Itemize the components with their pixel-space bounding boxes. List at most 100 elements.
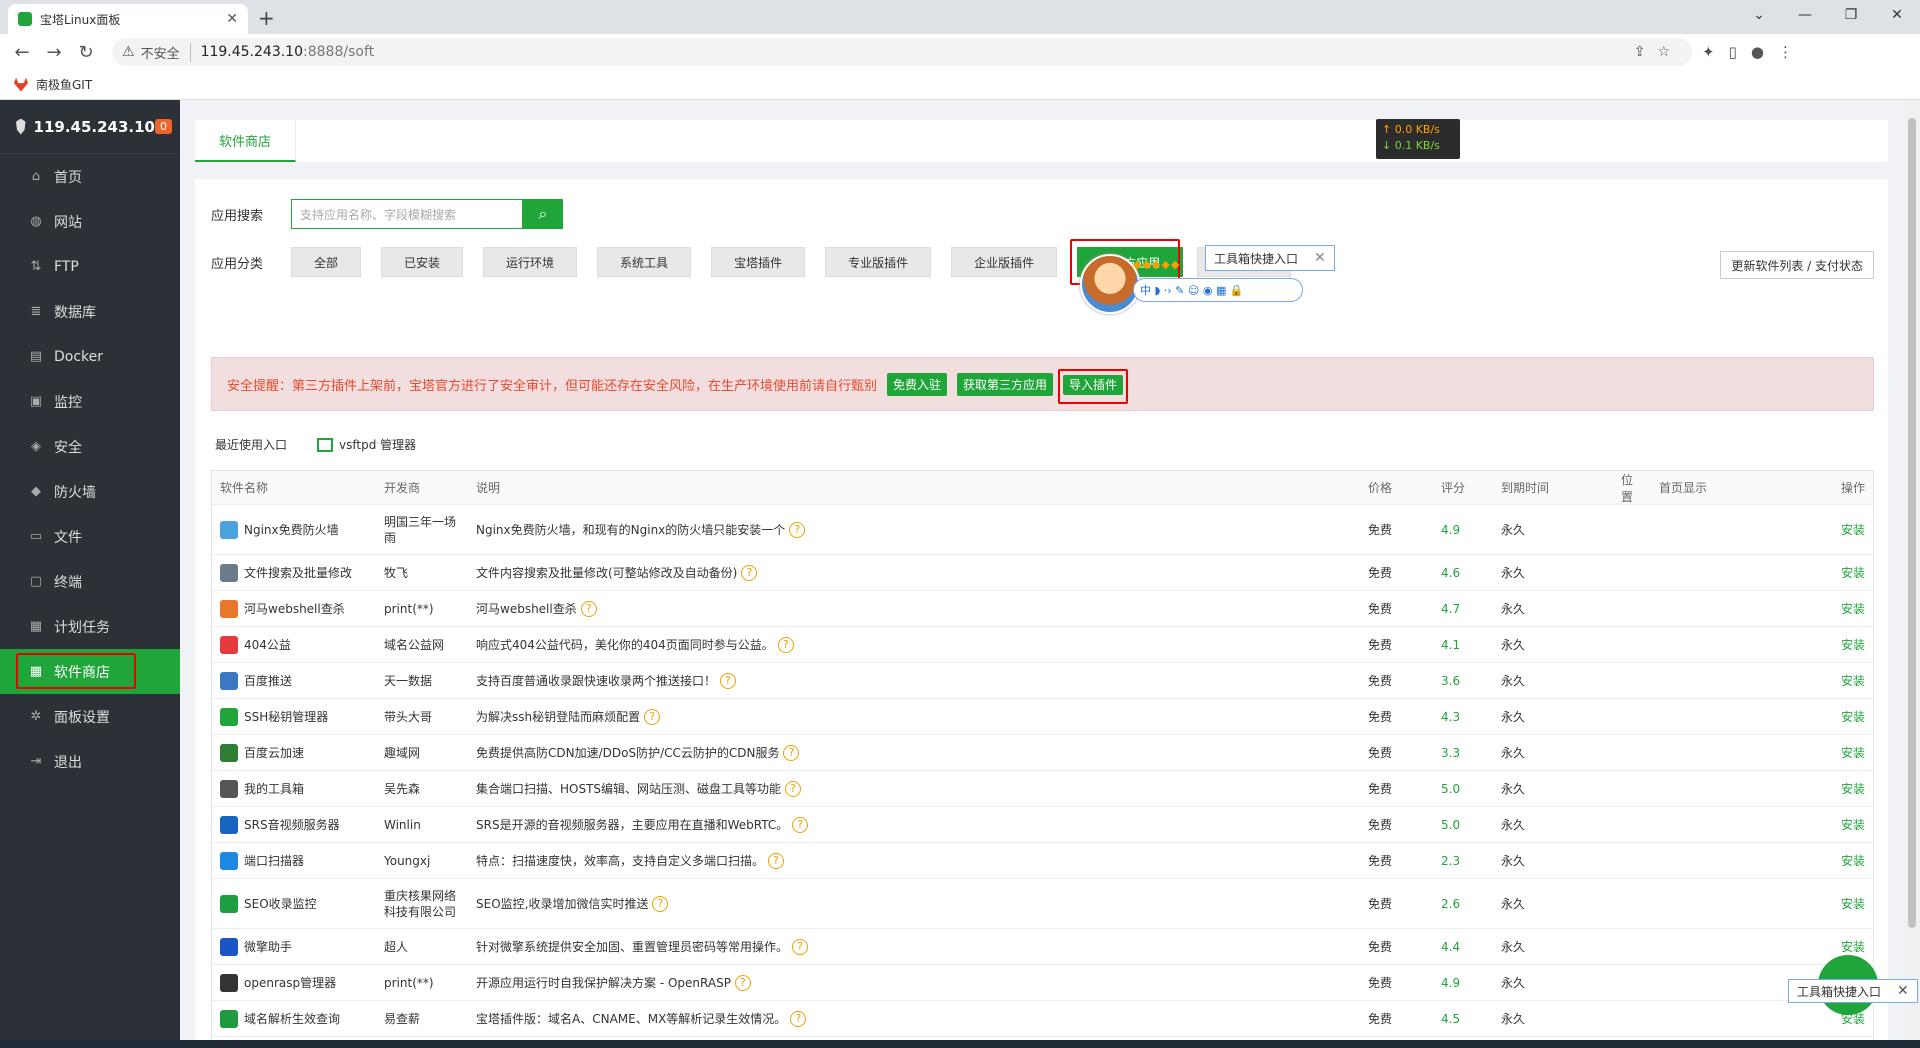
install-link[interactable]: 安装	[1811, 780, 1873, 797]
minimize-button[interactable]: —	[1782, 0, 1828, 30]
bt-favicon-icon	[18, 12, 32, 26]
help-icon[interactable]: ?	[792, 816, 809, 833]
software-name[interactable]: Nginx免费防火墙	[244, 521, 339, 538]
software-name[interactable]: SRS音视频服务器	[244, 816, 340, 833]
category-4[interactable]: 宝塔插件	[711, 247, 806, 277]
help-icon[interactable]: ?	[792, 938, 809, 955]
install-link[interactable]: 安装	[1811, 744, 1873, 761]
sidebar-item-5[interactable]: ▣ 监控	[0, 379, 180, 424]
page-scrollbar[interactable]	[1904, 100, 1920, 1048]
category-5[interactable]: 专业版插件	[825, 247, 932, 277]
back-button[interactable]: ←	[6, 42, 38, 63]
install-link[interactable]: 安装	[1811, 816, 1873, 833]
sidebar-item-2[interactable]: ⇅ FTP	[0, 244, 180, 289]
help-icon[interactable]: ?	[644, 708, 661, 725]
get-third-party-button[interactable]: 获取第三方应用	[957, 372, 1054, 396]
help-icon[interactable]: ?	[783, 744, 800, 761]
sidebar-item-1[interactable]: ◍ 网站	[0, 199, 180, 244]
software-name[interactable]: 端口扫描器	[244, 852, 304, 869]
sidebar-item-10[interactable]: ▦ 计划任务	[0, 604, 180, 649]
help-icon[interactable]: ?	[580, 600, 597, 617]
scrollbar-thumb[interactable]	[1908, 118, 1916, 928]
software-name[interactable]: SSH秘钥管理器	[244, 708, 328, 725]
help-icon[interactable]: ?	[777, 636, 794, 653]
category-3[interactable]: 系统工具	[597, 247, 692, 277]
bookmark-item[interactable]: 南极鱼GIT	[36, 76, 92, 93]
software-name[interactable]: 百度云加速	[244, 744, 304, 761]
close-window-button[interactable]: ✕	[1874, 0, 1920, 30]
sidebar-item-0[interactable]: ⌂ 首页	[0, 154, 180, 199]
category-0[interactable]: 全部	[291, 247, 362, 277]
install-link[interactable]: 安装	[1811, 895, 1873, 912]
refresh-list-button[interactable]: 更新软件列表 / 支付状态	[1720, 251, 1874, 279]
help-icon[interactable]: ?	[720, 672, 737, 689]
help-icon[interactable]: ?	[734, 974, 751, 991]
tab-search-icon[interactable]: ⌄	[1736, 0, 1782, 30]
install-link[interactable]: 安装	[1811, 636, 1873, 653]
description: 针对微擎系统提供安全加固、重置管理员密码等常用操作。	[476, 940, 789, 954]
install-link[interactable]: 安装	[1811, 708, 1873, 725]
col-home: 首页显示	[1659, 481, 1708, 495]
sidebar-item-3[interactable]: ≣ 数据库	[0, 289, 180, 334]
install-link[interactable]: 安装	[1811, 852, 1873, 869]
help-icon[interactable]: ?	[789, 521, 806, 538]
forward-button[interactable]: →	[38, 42, 70, 63]
software-name[interactable]: 微擎助手	[244, 938, 292, 955]
sidebar-item-12[interactable]: ✲ 面板设置	[0, 694, 180, 739]
help-icon[interactable]: ?	[768, 852, 785, 869]
notification-badge[interactable]: 0	[155, 119, 172, 134]
category-2[interactable]: 运行环境	[483, 247, 578, 277]
software-name[interactable]: 文件搜索及批量修改	[244, 564, 352, 581]
software-name[interactable]: SEO收录监控	[244, 895, 317, 912]
close-icon[interactable]: ✕	[1897, 983, 1909, 999]
software-name[interactable]: 404公益	[244, 636, 291, 653]
sidebar-item-9[interactable]: ▢ 终端	[0, 559, 180, 604]
extensions-icon[interactable]: ✦	[1702, 43, 1715, 61]
software-name[interactable]: 河马webshell查杀	[244, 600, 345, 617]
help-icon[interactable]: ?	[741, 564, 758, 581]
sidebar-item-11[interactable]: ▦ 软件商店	[0, 649, 180, 694]
help-icon[interactable]: ?	[790, 1010, 807, 1027]
browser-tab[interactable]: 宝塔Linux面板 ✕	[8, 4, 248, 34]
sidebar-item-8[interactable]: ▭ 文件	[0, 514, 180, 559]
sidepanel-icon[interactable]: ▯	[1729, 43, 1737, 61]
calendar-icon: ▦	[29, 619, 43, 634]
install-link[interactable]: 安装	[1811, 521, 1873, 538]
recent-item[interactable]: vsftpd 管理器	[339, 436, 416, 453]
mascot-avatar[interactable]	[1080, 254, 1140, 314]
free-join-button[interactable]: 免费入驻	[887, 372, 948, 396]
software-name[interactable]: 百度推送	[244, 672, 292, 689]
sidebar-item-13[interactable]: ⇥ 退出	[0, 739, 180, 784]
close-icon[interactable]: ✕	[1314, 250, 1326, 266]
reload-button[interactable]: ↻	[70, 42, 102, 63]
new-tab-button[interactable]: +	[258, 6, 275, 30]
help-icon[interactable]: ?	[785, 780, 802, 797]
install-link[interactable]: 安装	[1811, 938, 1873, 955]
install-link[interactable]: 安装	[1811, 564, 1873, 581]
sidebar-item-7[interactable]: ◆ 防火墙	[0, 469, 180, 514]
software-name[interactable]: openrasp管理器	[244, 974, 336, 991]
expire: 永久	[1501, 674, 1526, 688]
sidebar-item-6[interactable]: ◈ 安全	[0, 424, 180, 469]
sidebar-item-4[interactable]: ▤ Docker	[0, 334, 180, 379]
software-name[interactable]: 我的工具箱	[244, 780, 304, 797]
software-name[interactable]: 域名解析生效查询	[244, 1010, 340, 1027]
maximize-button[interactable]: ❐	[1828, 0, 1874, 30]
install-link[interactable]: 安装	[1811, 672, 1873, 689]
search-input[interactable]: 支持应用名称、字段模糊搜索	[291, 199, 523, 229]
toolbox-quickbar[interactable]: 中 ◗ ·› ✎ ☺ ◉ ▦ 🔒	[1133, 278, 1303, 302]
category-6[interactable]: 企业版插件	[951, 247, 1058, 277]
price: 免费	[1368, 746, 1393, 760]
close-tab-icon[interactable]: ✕	[226, 11, 238, 27]
menu-icon[interactable]: ⋮	[1778, 43, 1793, 61]
search-button[interactable]: ⌕	[523, 199, 563, 229]
category-1[interactable]: 已安装	[381, 247, 464, 277]
description-cell: 河马webshell查杀?	[468, 600, 1360, 617]
tab-software-store[interactable]: 软件商店	[195, 120, 297, 162]
install-link[interactable]: 安装	[1811, 600, 1873, 617]
profile-icon[interactable]: ●	[1751, 43, 1764, 61]
url-input[interactable]: ⚠ 不安全 119.45.243.10 :8888/soft ⇪☆	[112, 38, 1692, 66]
help-icon[interactable]: ?	[652, 895, 669, 912]
share-star-icons[interactable]: ⇪☆	[1634, 44, 1682, 60]
description: 特点：扫描速度快，效率高，支持自定义多端口扫描。	[476, 854, 765, 868]
